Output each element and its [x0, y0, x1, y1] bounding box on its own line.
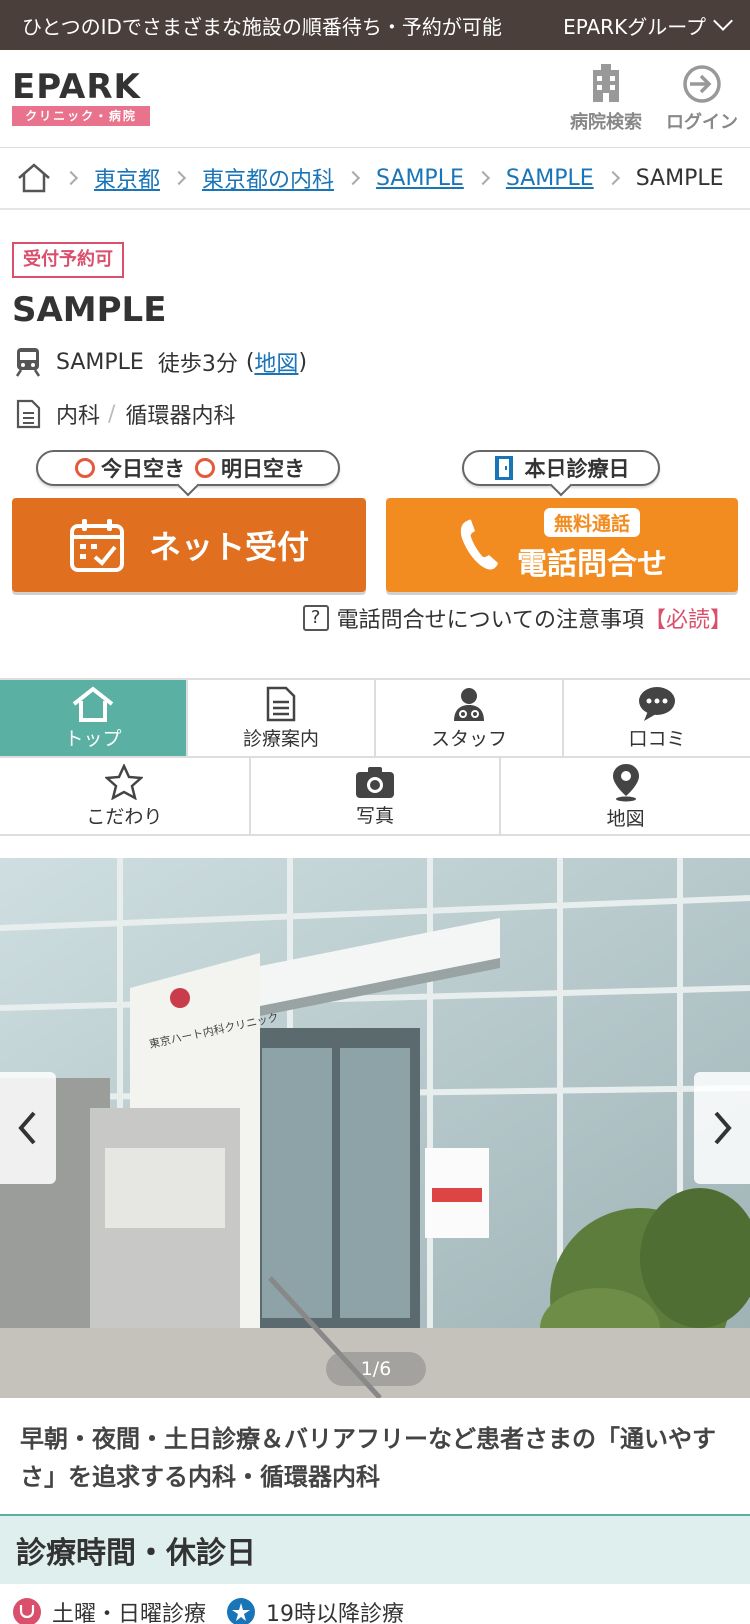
doctor-icon [454, 687, 484, 721]
logo-subtitle: クリニック・病院 [12, 106, 150, 126]
net-reservation-button[interactable]: ネット受付 [12, 498, 366, 592]
calendar-check-icon [69, 519, 124, 572]
breadcrumb-separator [605, 170, 620, 186]
map-paren-open: ( [245, 349, 255, 375]
site-header: EPARK クリニック・病院 病院検索 ログイン [0, 50, 750, 148]
department-row: 内科 / 循環器内科 [14, 398, 235, 430]
breadcrumb-separator [475, 170, 490, 186]
breadcrumb-separator [171, 170, 187, 186]
question-icon: ? [302, 605, 329, 631]
net-reservation-label: ネット受付 [148, 528, 309, 566]
phone-inquiry-text: 無料通話 電話問合せ [517, 507, 667, 583]
login-button[interactable]: ログイン [660, 64, 744, 134]
door-icon [494, 456, 513, 480]
train-icon [15, 348, 41, 377]
tab-photos-label: 写真 [356, 804, 395, 827]
epark-logo[interactable]: EPARK クリニック・病院 [12, 70, 150, 126]
section-hours-header: 診療時間・休診日 [0, 1514, 750, 1584]
tab-features[interactable]: こだわり [0, 758, 251, 834]
department-separator: / [108, 401, 116, 427]
tab-reviews-label: 口コミ [628, 727, 686, 750]
login-label: ログイン [666, 112, 738, 133]
breadcrumb-link-tokyo[interactable]: 東京都 [94, 162, 160, 194]
document-icon [266, 686, 296, 721]
clinic-photo[interactable]: 東京ハート内科クリニック [0, 858, 750, 1398]
phone-icon [460, 519, 498, 570]
group-menu-label: EPARKグループ [563, 14, 706, 39]
breadcrumb-link-sample-1[interactable]: SAMPLE [376, 166, 464, 191]
tab-guide[interactable]: 診療案内 [188, 680, 376, 756]
tab-top-label: トップ [64, 727, 122, 750]
reservation-badge: 受付予約可 [12, 242, 124, 278]
breadcrumb-link-internal[interactable]: 東京都の内科 [202, 162, 334, 194]
tab-guide-label: 診療案内 [242, 727, 319, 750]
tab-photos[interactable]: 写真 [251, 758, 502, 834]
tab-top[interactable]: トップ [0, 680, 188, 756]
phone-notice-link[interactable]: ? 電話問合せについての注意事項 【必読】 [302, 602, 732, 634]
circle-icon [195, 458, 215, 478]
tab-map-label: 地図 [606, 807, 645, 830]
document-icon [16, 399, 41, 429]
chevron-down-icon [713, 11, 733, 31]
clinic-day-label: 本日診療日 [524, 457, 630, 481]
home-icon [72, 685, 114, 722]
department-internal: 内科 [56, 404, 101, 429]
circle-icon [75, 458, 95, 478]
tab-features-label: こだわり [86, 805, 163, 828]
hospital-search-button[interactable]: 病院検索 [564, 64, 648, 134]
login-icon [683, 65, 721, 103]
map-paren-close: ) [298, 349, 308, 375]
clinic-building-photo: 東京ハート内科クリニック [0, 858, 750, 1398]
stethoscope-icon [13, 1598, 41, 1624]
breadcrumb-separator [345, 170, 361, 186]
tab-staff-label: スタッフ [430, 727, 507, 750]
phone-inquiry-label: 電話問合せ [517, 546, 667, 582]
clinic-day-bubble: 本日診療日 [462, 450, 660, 486]
availability-tomorrow: 明日空き [221, 457, 305, 481]
home-icon[interactable] [16, 162, 52, 194]
access-row: SAMPLE 徒歩3分 (地図) [14, 346, 307, 378]
availability-today: 今日空き [101, 457, 185, 481]
tab-map[interactable]: 地図 [501, 758, 750, 834]
top-banner: ひとつのIDでさまざまな施設の順番待ち・予約が可能 EPARKグループ [0, 0, 750, 50]
breadcrumb-current: SAMPLE [635, 165, 724, 191]
phone-inquiry-button[interactable]: 無料通話 電話問合せ [386, 498, 738, 592]
logo-wordmark: EPARK [12, 67, 141, 107]
breadcrumb-link-sample-2[interactable]: SAMPLE [506, 166, 594, 191]
availability-bubble: 今日空き 明日空き [36, 450, 340, 486]
map-pin-icon [612, 763, 639, 801]
night-clock-icon [227, 1598, 256, 1624]
breadcrumb-separator [63, 170, 79, 186]
gallery-pager: 1/6 [326, 1352, 426, 1386]
star-icon [105, 763, 144, 800]
gallery-next-button[interactable] [694, 1072, 750, 1184]
tab-reviews[interactable]: 口コミ [564, 680, 750, 756]
chip-weekend-label: 土曜・日曜診療 [52, 1602, 207, 1624]
clinic-name: SAMPLE [12, 290, 167, 330]
nav-tabs-row-1: トップ 診療案内 スタッフ 口コミ [0, 678, 750, 758]
hospital-building-icon [593, 64, 619, 102]
nav-tabs-row-2: こだわり 写真 地図 [0, 758, 750, 836]
chevron-right-icon [714, 1111, 732, 1145]
chip-night-label: 19時以降診療 [266, 1602, 405, 1624]
free-call-tag: 無料通話 [543, 507, 640, 537]
must-read-label: 【必読】 [643, 608, 732, 633]
station-name: SAMPLE [56, 349, 144, 375]
tab-staff[interactable]: スタッフ [376, 680, 564, 756]
phone-notice-text: 電話問合せについての注意事項 [336, 608, 644, 633]
gallery-prev-button[interactable] [0, 1072, 56, 1184]
walk-time: 徒歩3分 [157, 352, 238, 377]
feature-chips: 土曜・日曜診療 19時以降診療 [12, 1596, 404, 1624]
breadcrumb: 東京都 東京都の内科 SAMPLE SAMPLE SAMPLE [0, 148, 750, 210]
section-hours-title: 診療時間・休診日 [16, 1536, 256, 1571]
camera-icon [356, 766, 394, 798]
map-link[interactable]: 地図 [254, 346, 298, 378]
chevron-left-icon [18, 1111, 36, 1145]
department-cardiology: 循環器内科 [125, 404, 236, 429]
speech-bubble-icon [639, 686, 675, 721]
group-menu-button[interactable]: EPARKグループ [563, 11, 733, 40]
hospital-search-label: 病院検索 [570, 112, 642, 133]
clinic-catch-copy: 早朝・夜間・土日診療＆バリアフリーなど患者さまの「通いやすさ」を追求する内科・循… [20, 1425, 716, 1491]
banner-tagline: ひとつのIDでさまざまな施設の順番待ち・予約が可能 [22, 14, 502, 39]
